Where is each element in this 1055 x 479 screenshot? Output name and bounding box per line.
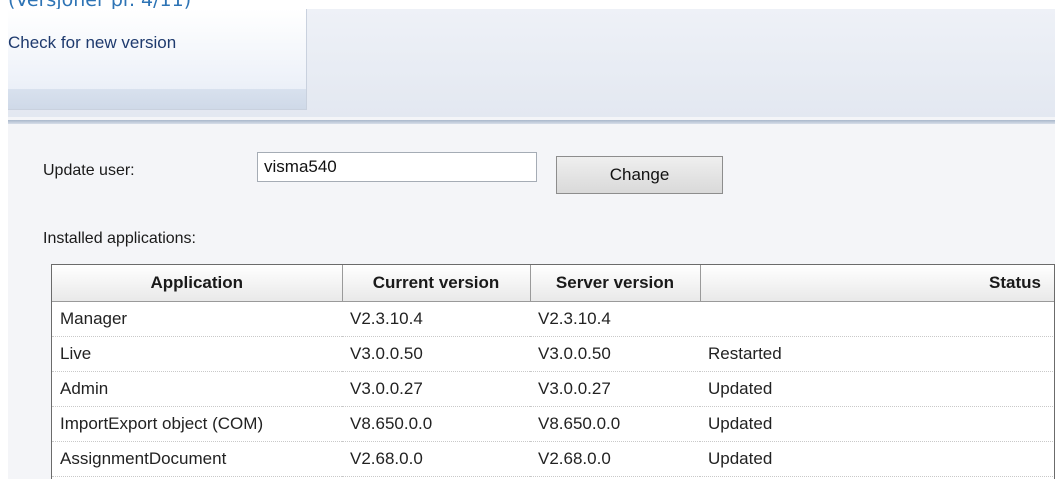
column-header-application[interactable]: Application	[52, 265, 343, 302]
update-user-label: Update user:	[43, 162, 135, 179]
cell-server-version: V2.3.10.4	[530, 301, 700, 337]
cell-server-version: V8.650.0.0	[530, 406, 700, 442]
cell-application: ImportExport object (COM)	[52, 406, 342, 442]
table-row[interactable]: AssignmentDocument V2.68.0.0 V2.68.0.0 U…	[52, 441, 1054, 477]
table-row[interactable]: ImportExport object (COM) V8.650.0.0 V8.…	[52, 406, 1054, 442]
cell-application: Admin	[52, 371, 342, 407]
cell-server-version: V3.0.0.50	[530, 336, 700, 372]
column-header-current-version[interactable]: Current version	[342, 265, 531, 302]
cell-current-version: V2.68.0.0	[342, 441, 530, 477]
cell-current-version: V8.650.0.0	[342, 406, 530, 442]
cell-status: Restarted	[700, 336, 1054, 372]
cell-server-version: V2.68.0.0	[530, 441, 700, 477]
table-row[interactable]: Admin V3.0.0.27 V3.0.0.27 Updated	[52, 371, 1054, 407]
column-header-server-version[interactable]: Server version	[530, 265, 701, 302]
ribbon: Check for new version	[8, 9, 1055, 117]
update-window: Check for new version Update user: Chang…	[8, 9, 1055, 479]
cell-status	[700, 301, 1054, 337]
ribbon-group-footer	[8, 89, 306, 109]
table-row[interactable]: Live V3.0.0.50 V3.0.0.50 Restarted	[52, 336, 1054, 372]
cell-application: AssignmentDocument	[52, 441, 342, 477]
check-for-new-version-button[interactable]: Check for new version	[8, 33, 176, 53]
applications-table: Application Current version Server versi…	[52, 265, 1054, 477]
change-button[interactable]: Change	[556, 156, 723, 194]
cell-application: Live	[52, 336, 342, 372]
cell-current-version: V2.3.10.4	[342, 301, 530, 337]
ribbon-divider	[8, 120, 1055, 124]
table-row[interactable]: Manager V2.3.10.4 V2.3.10.4	[52, 301, 1054, 337]
cell-application: Manager	[52, 301, 342, 337]
column-header-status[interactable]: Status	[700, 265, 1054, 302]
cell-current-version: V3.0.0.50	[342, 336, 530, 372]
applications-grid[interactable]: Application Current version Server versi…	[51, 264, 1055, 479]
cell-status: Updated	[700, 371, 1054, 407]
cell-status: Updated	[700, 441, 1054, 477]
ribbon-group: Check for new version	[8, 9, 307, 110]
cell-server-version: V3.0.0.27	[530, 371, 700, 407]
cell-status: Updated	[700, 406, 1054, 442]
page: (Versjoner pr. 4/11) Check for new versi…	[0, 0, 1055, 479]
update-user-input[interactable]	[257, 152, 537, 182]
header-row: Application Current version Server versi…	[52, 265, 1054, 302]
installed-applications-label: Installed applications:	[43, 230, 196, 247]
cell-current-version: V3.0.0.27	[342, 371, 530, 407]
